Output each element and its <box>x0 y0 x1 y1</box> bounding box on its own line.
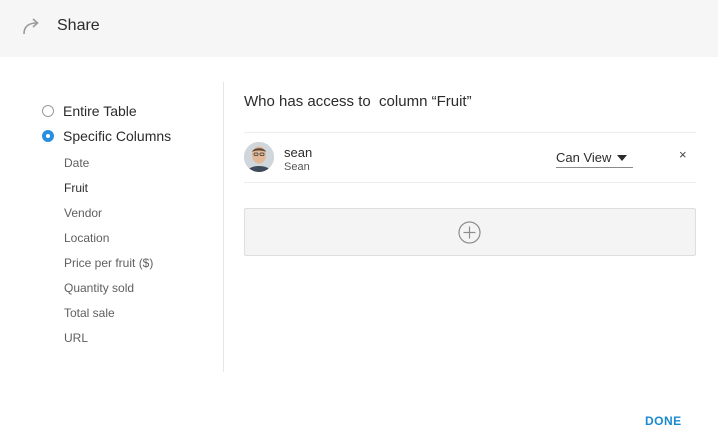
remove-user-button[interactable]: × <box>679 147 687 162</box>
user-display-name: Sean <box>284 161 310 173</box>
column-item-fruit[interactable]: Fruit <box>64 181 88 195</box>
radio-button-unchecked[interactable] <box>42 105 54 117</box>
plus-circle-icon <box>458 221 481 244</box>
column-item-vendor[interactable]: Vendor <box>64 206 102 220</box>
access-title: Who has access to column “Fruit” <box>244 93 472 110</box>
divider <box>244 132 696 133</box>
column-item-url[interactable]: URL <box>64 331 88 345</box>
avatar <box>244 142 274 172</box>
scope-panel: Entire Table Specific Columns Date Fruit… <box>0 57 224 387</box>
permission-dropdown[interactable]: Can View <box>556 148 633 168</box>
caret-down-icon <box>617 154 628 161</box>
column-item-price-per-fruit[interactable]: Price per fruit ($) <box>64 256 153 270</box>
vertical-divider <box>223 82 224 372</box>
permission-label: Can View <box>556 150 612 165</box>
user-username: sean <box>284 145 313 160</box>
column-item-quantity-sold[interactable]: Quantity sold <box>64 281 134 295</box>
dialog-title: Share <box>57 17 100 34</box>
share-arrow-icon <box>23 18 39 35</box>
column-item-location[interactable]: Location <box>64 231 109 245</box>
column-item-total-sale[interactable]: Total sale <box>64 306 115 320</box>
done-button[interactable]: DONE <box>645 414 682 428</box>
divider <box>244 182 696 183</box>
add-user-button[interactable] <box>244 208 696 256</box>
column-item-date[interactable]: Date <box>64 156 89 170</box>
radio-button-checked[interactable] <box>42 130 54 142</box>
radio-entire-table[interactable]: Entire Table <box>42 103 137 119</box>
radio-label: Specific Columns <box>63 128 172 144</box>
radio-label: Entire Table <box>63 103 137 119</box>
radio-specific-columns[interactable]: Specific Columns <box>42 128 171 144</box>
dialog-header: Share <box>0 0 718 57</box>
